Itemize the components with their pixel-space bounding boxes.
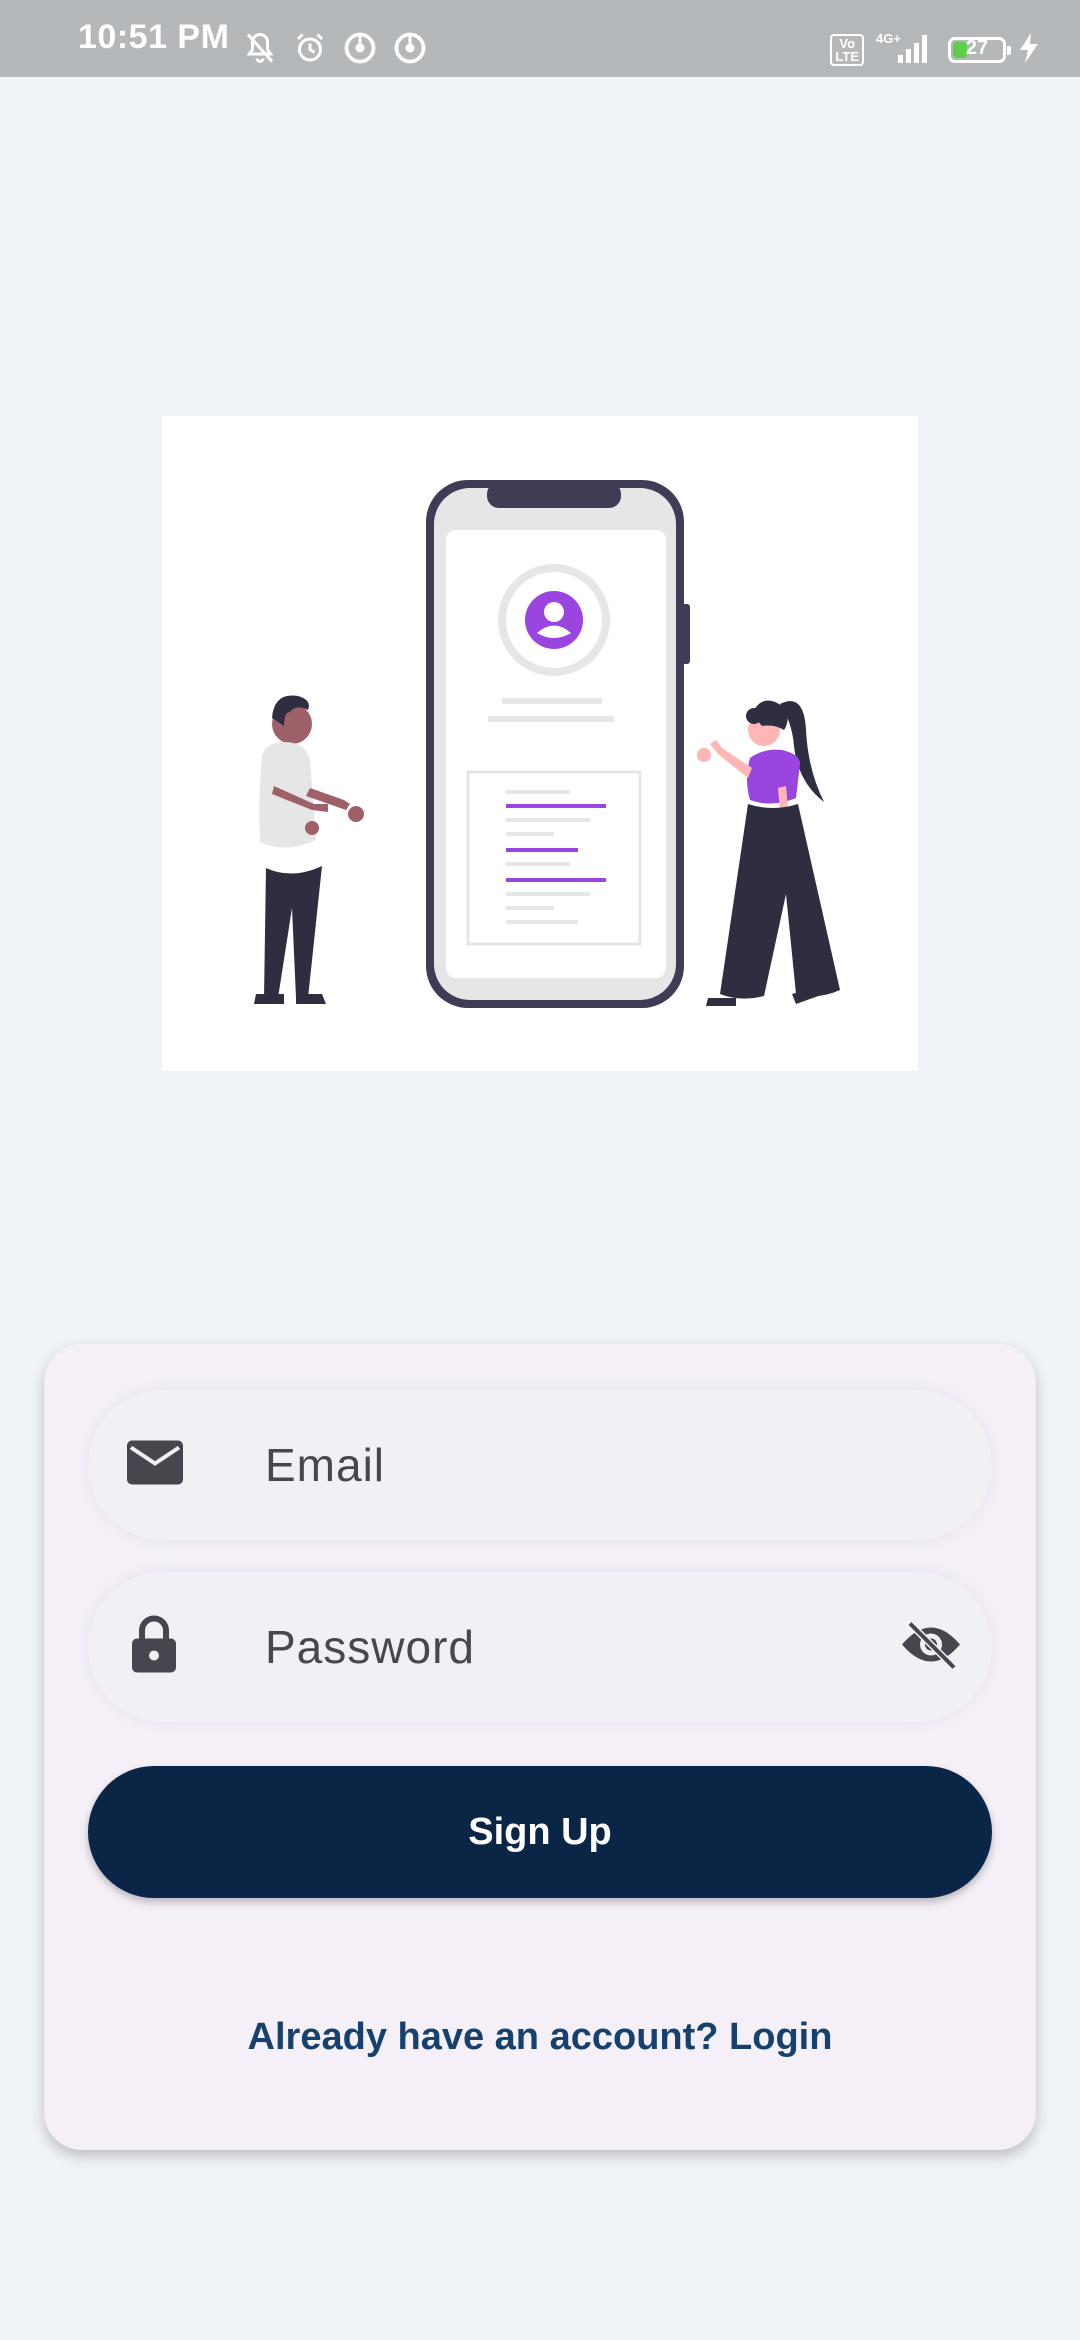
man-figure [254, 695, 364, 1004]
signup-illustration [162, 416, 918, 1071]
phone-illustration [426, 480, 690, 1008]
password-field[interactable]: Password [88, 1572, 992, 1722]
signal-icon: 4G+ [876, 31, 936, 70]
status-time: 10:51 PM [78, 18, 230, 56]
woman-figure [697, 700, 840, 1006]
email-placeholder: Email [265, 1439, 386, 1491]
data-saver-icon [342, 30, 378, 70]
status-icons-right: Vo LTE 4G+ 27 [830, 30, 1040, 70]
battery-icon: 27 [948, 37, 1011, 63]
data-saver-icon [392, 30, 428, 70]
signup-button[interactable]: Sign Up [88, 1766, 992, 1898]
password-placeholder: Password [265, 1621, 475, 1673]
status-bar: 10:51 PM Vo LTE 4G+ 27 [0, 0, 1080, 77]
mail-icon [126, 1440, 184, 1491]
email-field[interactable]: Email [88, 1390, 992, 1540]
volte-badge: Vo LTE [830, 34, 864, 66]
network-type: 4G+ [876, 31, 901, 46]
battery-level: 27 [965, 37, 989, 59]
charging-icon [1018, 32, 1040, 68]
alarm-icon [292, 30, 328, 70]
lock-icon [130, 1615, 178, 1680]
signup-card: Email Password Sign Up Already have an a… [44, 1344, 1036, 2150]
status-icons-left [242, 30, 428, 70]
login-link[interactable]: Already have an account? Login [44, 2016, 1036, 2059]
visibility-off-icon[interactable] [900, 1620, 962, 1675]
mute-bell-icon [242, 30, 278, 70]
